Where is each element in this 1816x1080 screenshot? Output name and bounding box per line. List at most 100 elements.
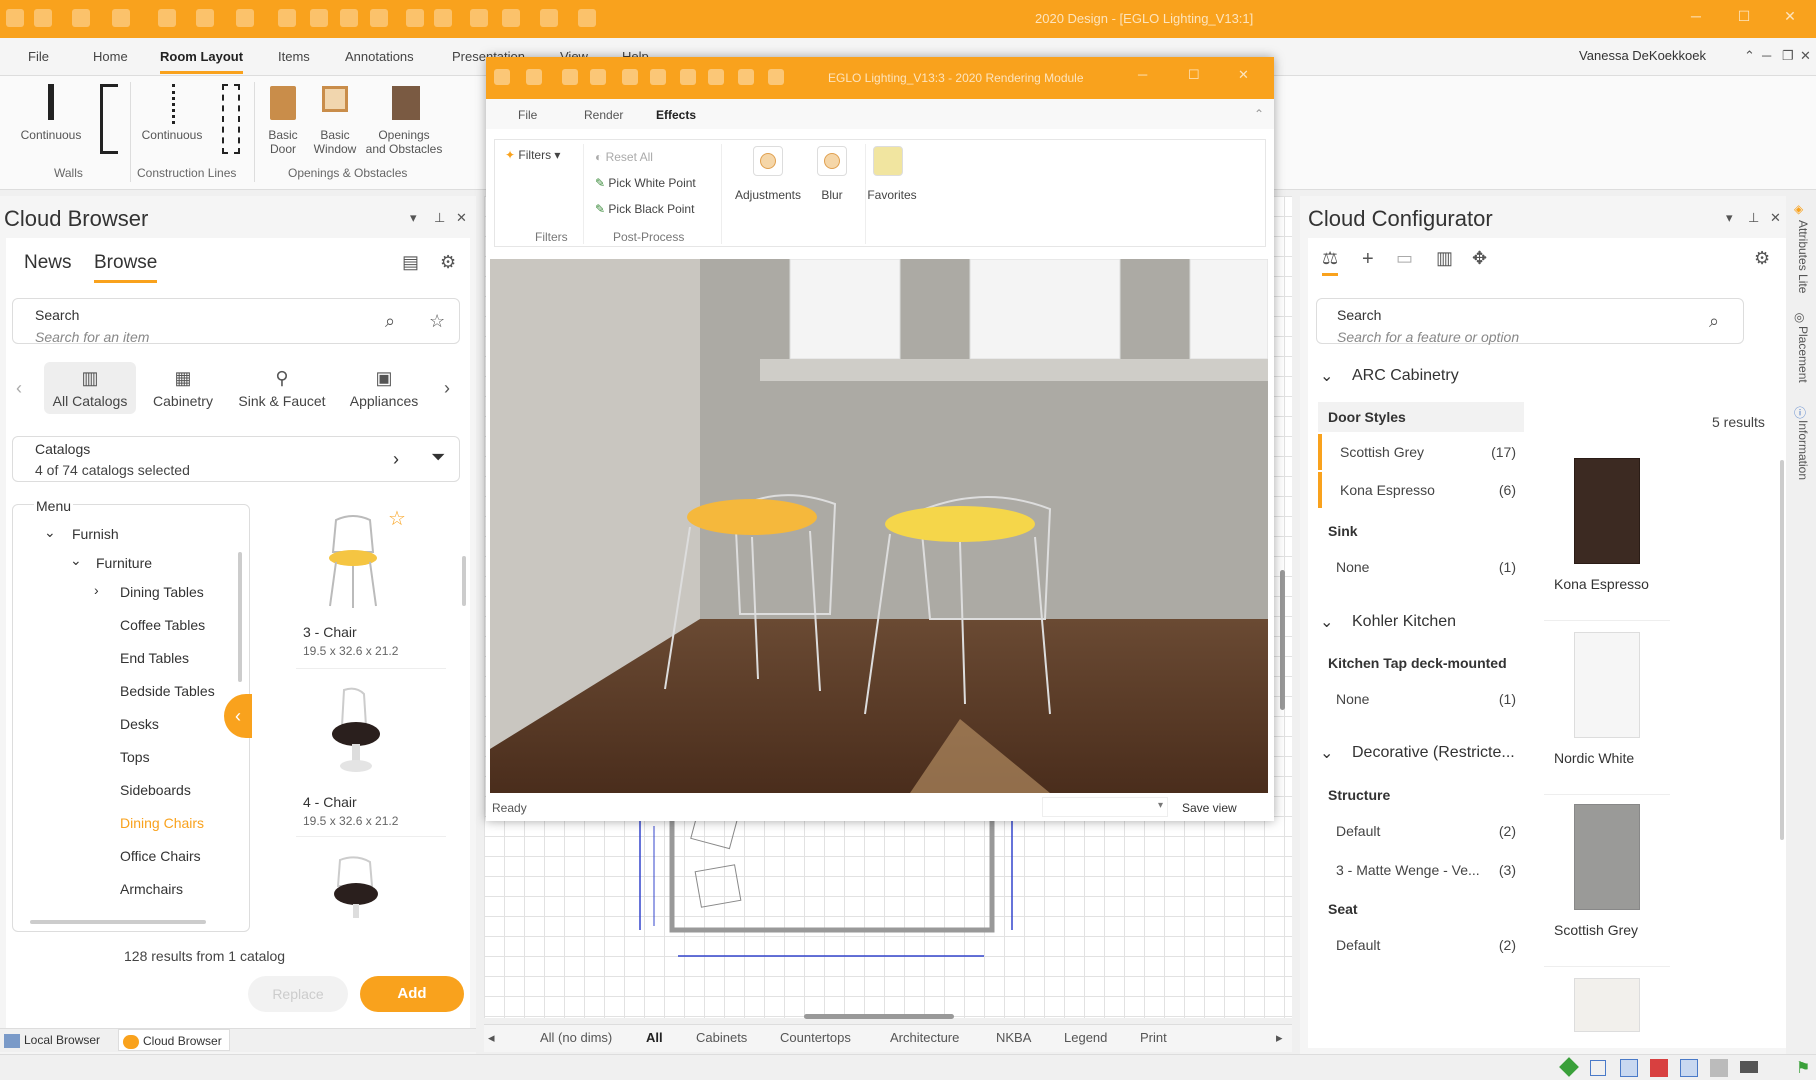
view-tab-countertops[interactable]: Countertops bbox=[780, 1030, 851, 1045]
dotted-line-icon[interactable] bbox=[172, 84, 175, 124]
category-all-catalogs[interactable]: ▥ All Catalogs bbox=[44, 362, 136, 414]
option-tap-none[interactable]: None (1) bbox=[1318, 681, 1524, 717]
view-tab-all[interactable]: All bbox=[646, 1030, 663, 1045]
menu-furniture[interactable]: Furniture bbox=[96, 555, 152, 571]
info-icon[interactable]: ⓘ bbox=[1794, 404, 1806, 421]
settings-icon[interactable] bbox=[768, 69, 784, 85]
undo-icon[interactable] bbox=[196, 9, 214, 27]
chair-5-image[interactable] bbox=[326, 856, 390, 922]
tab-items[interactable]: Items bbox=[278, 49, 310, 64]
tab-file[interactable]: File bbox=[28, 49, 49, 64]
flag-icon[interactable]: ⚑ bbox=[1796, 1058, 1810, 1078]
move-icon[interactable]: ✥ bbox=[1472, 248, 1487, 269]
configure-icon[interactable]: ⚖ bbox=[1322, 248, 1339, 276]
section-kohler-kitchen[interactable]: Kohler Kitchen bbox=[1352, 613, 1456, 631]
crosshair-icon[interactable] bbox=[1680, 1059, 1698, 1077]
search-icon[interactable]: ⌕ bbox=[385, 311, 395, 332]
render-tab-effects[interactable]: Effects bbox=[656, 108, 696, 122]
basic-window-label[interactable]: Basic Window bbox=[310, 128, 360, 156]
adjustments-button[interactable]: Adjustments bbox=[729, 188, 807, 202]
option-scottish-grey[interactable]: Scottish Grey (17) bbox=[1318, 434, 1524, 470]
close-icon[interactable]: ✕ bbox=[1776, 8, 1804, 28]
render-close-icon[interactable]: ✕ bbox=[1238, 67, 1249, 83]
cl-continuous-label[interactable]: Continuous bbox=[136, 128, 208, 142]
chair-3-image[interactable] bbox=[318, 512, 388, 612]
minus-icon[interactable]: ▭ bbox=[1396, 248, 1413, 269]
view-tab-print[interactable]: Print bbox=[1140, 1030, 1167, 1045]
menu-armchairs[interactable]: Armchairs bbox=[120, 881, 183, 897]
chevron-up-icon[interactable]: ⌃ bbox=[1254, 107, 1264, 121]
export-icon[interactable] bbox=[526, 69, 542, 85]
fit-icon[interactable] bbox=[470, 9, 488, 27]
render-minimize-icon[interactable]: ─ bbox=[1138, 67, 1147, 82]
attributes-icon[interactable]: ◈ bbox=[1794, 202, 1803, 216]
section-decorative[interactable]: Decorative (Restricte... bbox=[1352, 744, 1515, 762]
page-icon[interactable] bbox=[622, 69, 638, 85]
gear-icon[interactable]: ⚙ bbox=[1754, 248, 1770, 269]
chevron-right-icon[interactable]: › bbox=[94, 582, 99, 598]
chevron-down-icon[interactable]: ⌄ bbox=[70, 552, 82, 569]
pointer-icon[interactable] bbox=[578, 9, 596, 27]
print-icon[interactable] bbox=[562, 69, 578, 85]
option-structure-default[interactable]: Default (2) bbox=[1318, 813, 1524, 849]
door-icon[interactable] bbox=[270, 86, 296, 120]
thumb-nordic-white[interactable] bbox=[1574, 632, 1640, 738]
grid-toggle-icon[interactable] bbox=[1590, 1060, 1606, 1076]
favorites-icon[interactable] bbox=[873, 146, 903, 176]
chevron-down-icon[interactable]: ⌄ bbox=[1320, 612, 1333, 632]
plus-icon[interactable]: + bbox=[1362, 248, 1374, 271]
render-tab-render[interactable]: Render bbox=[584, 108, 623, 122]
copy-page-icon[interactable] bbox=[650, 69, 666, 85]
catalog-icon[interactable]: ▤ bbox=[402, 252, 419, 273]
shield-icon[interactable] bbox=[540, 9, 558, 27]
menu-bedside-tables[interactable]: Bedside Tables bbox=[120, 683, 215, 699]
close-icon[interactable]: ✕ bbox=[1770, 210, 1781, 226]
maximize-icon[interactable]: ☐ bbox=[1730, 8, 1758, 28]
chevron-down-icon[interactable]: ⌄ bbox=[1320, 366, 1333, 386]
cut-icon[interactable] bbox=[278, 9, 296, 27]
menu-end-tables[interactable]: End Tables bbox=[120, 650, 189, 666]
tab-browse[interactable]: Browse bbox=[94, 252, 158, 283]
menu-dining-chairs[interactable]: Dining Chairs bbox=[120, 815, 204, 831]
blur-button[interactable]: Blur bbox=[807, 188, 857, 202]
menu-office-chairs[interactable]: Office Chairs bbox=[120, 848, 201, 864]
render-app-icon[interactable] bbox=[494, 69, 510, 85]
adjustments-icon[interactable] bbox=[753, 146, 783, 176]
image-icon[interactable] bbox=[434, 9, 452, 27]
category-sink-faucet[interactable]: ⚲ Sink & Faucet bbox=[232, 362, 332, 414]
copy-icon[interactable] bbox=[310, 9, 328, 27]
thumb-next[interactable] bbox=[1574, 978, 1640, 1032]
view-tab-nkba[interactable]: NKBA bbox=[996, 1030, 1031, 1045]
reset-all-button[interactable]: ◐ Reset All bbox=[595, 150, 653, 164]
option-matte-wenge[interactable]: 3 - Matte Wenge - Ve... (3) bbox=[1318, 852, 1524, 888]
category-cabinetry[interactable]: ▦ Cabinetry bbox=[137, 362, 229, 414]
canvas-v-scrollbar[interactable] bbox=[1280, 570, 1285, 710]
snap-icon[interactable] bbox=[1559, 1057, 1579, 1077]
menu-h-scrollbar[interactable] bbox=[30, 920, 206, 924]
menu-desks[interactable]: Desks bbox=[120, 716, 159, 732]
view-tab-architecture[interactable]: Architecture bbox=[890, 1030, 959, 1045]
wall-shape-icon[interactable] bbox=[100, 84, 118, 154]
disk-icon[interactable] bbox=[158, 9, 176, 27]
pin-icon[interactable]: ⊥ bbox=[1748, 210, 1759, 226]
dropdown-icon[interactable]: ▾ bbox=[410, 210, 417, 226]
products-scrollbar[interactable] bbox=[462, 556, 466, 606]
openings-label[interactable]: Openings and Obstacles bbox=[362, 128, 446, 156]
category-appliances[interactable]: ▣ Appliances bbox=[338, 362, 430, 414]
cloud-browser-tab[interactable]: Cloud Browser bbox=[118, 1029, 230, 1051]
tab-home[interactable]: Home bbox=[93, 49, 128, 64]
monitor-icon[interactable] bbox=[1740, 1061, 1758, 1073]
tab-news[interactable]: News bbox=[24, 252, 72, 274]
pin-icon[interactable]: ⊥ bbox=[434, 210, 445, 226]
print-preview-icon[interactable] bbox=[590, 69, 606, 85]
grid-icon[interactable] bbox=[406, 9, 424, 27]
save-icon[interactable] bbox=[34, 9, 52, 27]
chevron-left-icon[interactable]: ‹ bbox=[16, 378, 22, 399]
render-tab-file[interactable]: File bbox=[518, 108, 537, 122]
option-sink-none[interactable]: None (1) bbox=[1318, 549, 1524, 585]
rendered-scene-image[interactable] bbox=[490, 259, 1268, 793]
redo-icon[interactable] bbox=[236, 9, 254, 27]
canvas-h-scrollbar[interactable] bbox=[804, 1014, 954, 1019]
view-tab-legend[interactable]: Legend bbox=[1064, 1030, 1107, 1045]
open-folder-icon[interactable] bbox=[112, 9, 130, 27]
